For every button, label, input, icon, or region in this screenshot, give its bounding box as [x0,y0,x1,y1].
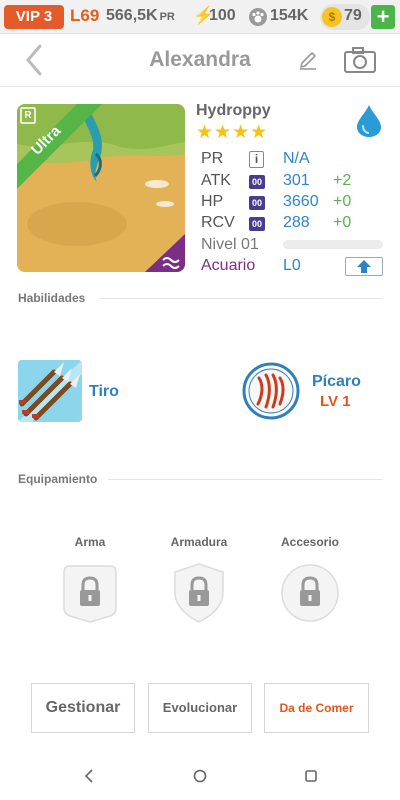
nav-recents-button[interactable] [301,766,321,786]
weapon-slot[interactable] [60,562,120,624]
pet-name: Hydroppy [196,102,271,119]
coin-icon: $ [322,7,342,27]
pet-portrait[interactable]: R Ultra [17,104,185,272]
page-title: Alexandra [149,48,251,71]
armor-slot[interactable] [169,562,229,624]
paw-icon [249,8,267,26]
recents-square-icon [305,770,317,782]
aquarium-level: L0 [283,257,301,274]
evolve-button[interactable]: Evolucionar [148,683,252,733]
back-triangle-icon [84,769,93,783]
paws-value: 154K [270,7,309,24]
aquarium-upgrade-button[interactable] [345,257,383,276]
abilities-heading: Habilidades [18,291,86,305]
stat-value: 301 [283,172,310,189]
arrow-up-icon [357,260,371,273]
equip-label-weapon: Arma [74,535,106,549]
home-circle-icon [193,769,207,783]
skill-name[interactable]: Tiro [89,383,119,401]
camera-button[interactable] [343,45,377,75]
stat-label: RCV [201,214,235,231]
trait-level: LV 1 [320,393,351,410]
star-rating: ★★★★ [196,122,269,143]
stat-label: PR [201,150,224,167]
coins-value: 79 [344,7,362,24]
stat-badge: 00 [249,217,265,231]
stat-badge: 00 [249,175,265,189]
level-progress-bar [283,240,383,249]
section-divider [100,298,382,299]
stat-value: 288 [283,214,310,231]
equip-label-accessory: Accesorio [280,535,340,549]
accessory-slot[interactable] [280,562,340,624]
info-button[interactable]: i [249,151,264,168]
edit-name-button[interactable] [296,48,320,72]
camera-icon [344,47,376,73]
power-rating-value: 566,5K [106,7,158,24]
skill-arrows-icon[interactable] [18,360,82,422]
aquarium-label: Acuario [201,257,256,274]
level-label: Nivel 01 [201,236,259,253]
power-rating-unit: PR [159,11,175,23]
stat-label: ATK [201,172,231,189]
manage-button[interactable]: Gestionar [31,683,135,733]
player-level: L69 [70,6,100,25]
power-rating: 566,5K PR [106,7,175,25]
stat-label: HP [201,193,224,210]
stat-value: 3660 [283,193,319,210]
water-drop-icon [355,104,383,138]
stat-bonus: +0 [333,193,352,210]
trait-name[interactable]: Pícaro [312,373,361,391]
rank-badge: R [24,110,32,121]
stat-badge: 00 [249,196,265,210]
vip-badge[interactable]: VIP 3 [4,5,64,29]
energy-value: 100 [209,7,236,24]
status-bar: VIP 3 L69 566,5K PR ⚡ 100 154K $ 79 + [0,0,400,34]
stat-bonus: +0 [333,214,352,231]
system-nav-bar [0,752,400,800]
stat-value: N/A [283,150,310,167]
stat-bonus: +2 [333,172,352,189]
claw-trait-icon[interactable] [242,362,300,420]
equip-label-armor: Armadura [170,535,228,549]
equipment-heading: Equipamiento [18,472,98,486]
nav-back-button[interactable] [79,766,99,786]
add-coins-button[interactable]: + [371,5,395,29]
section-divider [108,479,382,480]
feed-button[interactable]: Da de Comer [264,683,369,733]
pencil-icon [300,52,316,70]
page-header: Alexandra [0,34,400,87]
nav-home-button[interactable] [190,766,210,786]
pet-artwork [17,104,185,272]
